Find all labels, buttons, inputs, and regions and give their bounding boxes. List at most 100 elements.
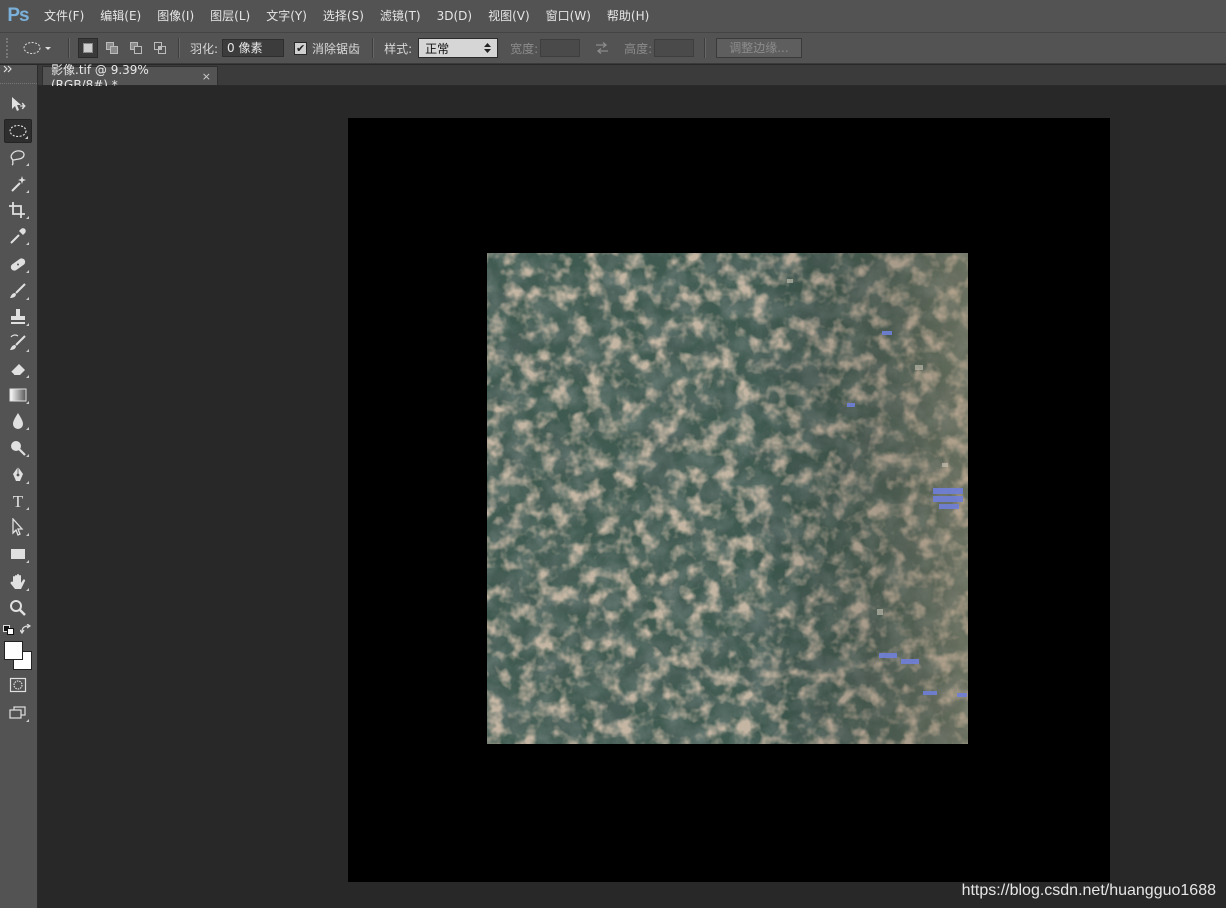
- hand-icon: [10, 574, 26, 589]
- move-tool[interactable]: [4, 92, 32, 116]
- menu-image[interactable]: 图像(I): [149, 0, 202, 32]
- submenu-indicator: [26, 533, 29, 536]
- blur-tool[interactable]: [4, 409, 32, 433]
- menu-file[interactable]: 文件(F): [36, 0, 92, 32]
- menu-view[interactable]: 视图(V): [480, 0, 538, 32]
- rectangle-icon: [11, 549, 25, 559]
- submenu-indicator: [26, 349, 29, 352]
- antialias-checkbox[interactable]: ✔: [294, 41, 308, 55]
- subtract-from-selection-button[interactable]: [126, 38, 146, 58]
- style-label: 样式:: [384, 41, 413, 56]
- magic-wand-tool[interactable]: [4, 172, 32, 196]
- dodge-icon: [11, 441, 26, 456]
- intersect-selection-button[interactable]: [150, 38, 170, 58]
- zoom-tool[interactable]: [4, 596, 32, 620]
- move-icon: [12, 97, 26, 111]
- style-select-value: 正常: [425, 41, 450, 56]
- tools-panel: T: [0, 65, 38, 908]
- submenu-indicator: [26, 163, 29, 166]
- screen-mode-button[interactable]: [4, 701, 32, 725]
- height-input[interactable]: [654, 39, 695, 57]
- tool-preset-picker[interactable]: [22, 37, 62, 59]
- stamp-icon: [11, 309, 25, 324]
- elliptical-marquee-tool[interactable]: [4, 119, 32, 143]
- new-selection-icon: [83, 43, 93, 53]
- submenu-indicator: [26, 375, 29, 378]
- eyedropper-tool[interactable]: [4, 224, 32, 248]
- document-tab-bar: 影像.tif @ 9.39%(RGB/8#) * ×: [38, 63, 1226, 92]
- submenu-indicator: [25, 136, 28, 139]
- chevron-down-icon: [45, 47, 51, 50]
- default-colors-icon[interactable]: [3, 625, 15, 635]
- quick-mask-icon: [9, 677, 27, 693]
- brush-icon: [10, 283, 26, 298]
- submenu-indicator: [26, 588, 29, 591]
- tools-panel-header[interactable]: [0, 65, 37, 84]
- menu-layer[interactable]: 图层(L): [202, 0, 258, 32]
- menu-window[interactable]: 窗口(W): [538, 0, 599, 32]
- height-label: 高度:: [624, 41, 653, 56]
- history-brush-icon: [10, 334, 26, 350]
- submenu-indicator: [26, 323, 29, 326]
- hand-tool[interactable]: [4, 570, 32, 594]
- dodge-tool[interactable]: [4, 436, 32, 460]
- menu-help[interactable]: 帮助(H): [599, 0, 657, 32]
- submenu-indicator: [26, 401, 29, 404]
- divider: [704, 38, 707, 58]
- clone-stamp-tool[interactable]: [4, 305, 32, 329]
- double-chevron-icon: [3, 65, 12, 73]
- add-to-selection-button[interactable]: [102, 38, 122, 58]
- type-icon: T: [13, 492, 24, 510]
- divider: [178, 38, 180, 58]
- path-selection-tool[interactable]: [4, 515, 32, 539]
- pen-tool[interactable]: [4, 463, 32, 487]
- type-tool[interactable]: T: [4, 489, 32, 513]
- crop-icon: [9, 202, 25, 218]
- svg-text:T: T: [13, 492, 24, 510]
- menu-3d[interactable]: 3D(D): [429, 0, 480, 32]
- menu-bar: Ps 文件(F) 编辑(E) 图像(I) 图层(L) 文字(Y) 选择(S) 滤…: [0, 0, 1226, 32]
- submenu-indicator: [26, 507, 29, 510]
- history-brush-tool[interactable]: [4, 331, 32, 355]
- healing-brush-tool[interactable]: [4, 252, 32, 276]
- screen-mode-icon: [9, 706, 26, 719]
- document-workspace[interactable]: [38, 86, 1226, 908]
- swap-colors-icon[interactable]: [20, 624, 32, 635]
- submenu-indicator: [26, 560, 29, 563]
- menu-type[interactable]: 文字(Y): [258, 0, 315, 32]
- crop-tool[interactable]: [4, 198, 32, 222]
- photoshop-logo: Ps: [7, 5, 29, 26]
- menu-filter[interactable]: 滤镜(T): [372, 0, 429, 32]
- feather-input[interactable]: 0 像素: [222, 39, 285, 57]
- document-canvas[interactable]: [348, 118, 1110, 882]
- lasso-icon: [10, 150, 25, 166]
- style-select[interactable]: 正常: [418, 38, 499, 58]
- close-icon[interactable]: ×: [202, 70, 211, 83]
- magnifier-icon: [10, 600, 26, 616]
- eraser-tool[interactable]: [4, 357, 32, 381]
- gradient-tool[interactable]: [4, 383, 32, 407]
- width-input[interactable]: [540, 39, 581, 57]
- bandage-icon: [10, 258, 26, 271]
- width-label: 宽度:: [510, 41, 539, 56]
- intersect-selection-icon: [154, 42, 166, 54]
- refine-edge-button[interactable]: 调整边缘...: [716, 38, 802, 58]
- quick-mask-button[interactable]: [4, 673, 32, 697]
- options-bar-grip[interactable]: [6, 38, 12, 58]
- brush-tool[interactable]: [4, 279, 32, 303]
- menu-edit[interactable]: 编辑(E): [92, 0, 149, 32]
- submenu-indicator: [26, 719, 29, 722]
- watermark-text: https://blog.csdn.net/huangguo1688: [961, 882, 1216, 899]
- subtract-selection-icon: [130, 42, 142, 54]
- lasso-tool[interactable]: [4, 145, 32, 169]
- feather-label: 羽化:: [190, 41, 219, 56]
- new-selection-button[interactable]: [78, 38, 98, 58]
- rectangle-tool[interactable]: [4, 542, 32, 566]
- swap-width-height-icon[interactable]: [594, 41, 610, 55]
- document-tab[interactable]: 影像.tif @ 9.39%(RGB/8#) * ×: [42, 63, 218, 92]
- path-selection-icon: [12, 518, 24, 536]
- water-drop-icon: [13, 413, 23, 429]
- menu-select[interactable]: 选择(S): [315, 0, 372, 32]
- antialias-label: 消除锯齿: [312, 41, 361, 56]
- foreground-color-swatch[interactable]: [4, 641, 23, 660]
